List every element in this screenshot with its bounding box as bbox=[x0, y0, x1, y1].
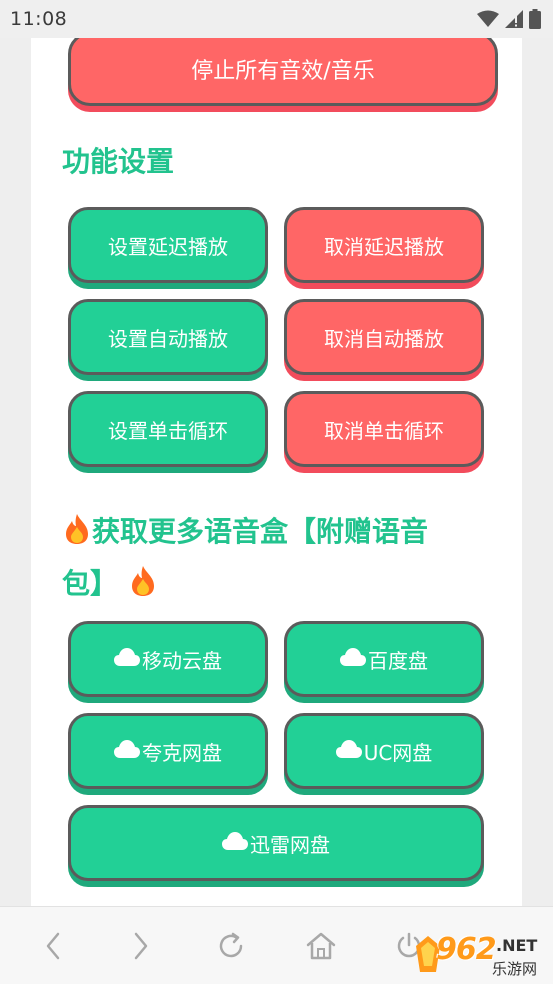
flame-icon bbox=[62, 512, 92, 560]
back-button[interactable] bbox=[36, 929, 70, 963]
refresh-button[interactable] bbox=[214, 929, 248, 963]
set-auto-play-label: 设置自动播放 bbox=[108, 326, 228, 351]
function-settings-title: 功能设置 bbox=[62, 145, 175, 178]
wifi-icon bbox=[477, 10, 499, 27]
home-icon bbox=[306, 932, 336, 960]
xunlei-pan-button[interactable]: 迅雷网盘 bbox=[68, 805, 484, 881]
cloud-icon bbox=[340, 647, 366, 671]
main-content: 停止所有音效/音乐 功能设置 设置延迟播放 取消延迟播放 设置自动播放 取消自动… bbox=[31, 38, 522, 906]
more-voice-box-title-line2: 包】 bbox=[62, 567, 119, 600]
cloud-icon bbox=[222, 831, 248, 855]
set-click-loop-button[interactable]: 设置单击循环 bbox=[68, 391, 268, 467]
cancel-auto-play-label: 取消自动播放 bbox=[324, 326, 444, 351]
cloud-icon bbox=[114, 739, 140, 763]
stop-all-audio-button[interactable]: 停止所有音效/音乐 bbox=[68, 38, 498, 106]
cancel-auto-play-button[interactable]: 取消自动播放 bbox=[284, 299, 484, 375]
home-button[interactable] bbox=[304, 929, 338, 963]
uc-pan-label: UC网盘 bbox=[363, 740, 433, 765]
uc-pan-button[interactable]: UC网盘 bbox=[284, 713, 484, 789]
more-voice-box-title-line1: 获取更多语音盒【附赠语音 bbox=[92, 515, 429, 548]
cancel-delay-play-button[interactable]: 取消延迟播放 bbox=[284, 207, 484, 283]
cloud-icon bbox=[335, 739, 362, 763]
watermark-sub: 乐游网 bbox=[492, 960, 538, 978]
watermark-logo: 962 .NET 乐游网 bbox=[414, 930, 550, 982]
cancel-click-loop-button[interactable]: 取消单击循环 bbox=[284, 391, 484, 467]
cloud-icon bbox=[114, 647, 140, 671]
baidu-pan-label: 百度盘 bbox=[368, 648, 428, 673]
set-delay-play-label: 设置延迟播放 bbox=[108, 234, 228, 259]
baidu-pan-button[interactable]: 百度盘 bbox=[284, 621, 484, 697]
set-delay-play-button[interactable]: 设置延迟播放 bbox=[68, 207, 268, 283]
more-voice-box-title: 获取更多语音盒【附赠语音 包】 bbox=[62, 508, 502, 612]
chevron-left-icon bbox=[46, 932, 60, 960]
cancel-delay-play-label: 取消延迟播放 bbox=[324, 234, 444, 259]
set-auto-play-button[interactable]: 设置自动播放 bbox=[68, 299, 268, 375]
watermark-brand: 962 bbox=[436, 932, 497, 967]
status-time: 11:08 bbox=[10, 8, 68, 30]
status-bar: 11:08 bbox=[0, 0, 553, 38]
mobile-cloud-label: 移动云盘 bbox=[142, 648, 222, 673]
quark-pan-label: 夸克网盘 bbox=[142, 740, 222, 765]
flame-icon bbox=[128, 564, 158, 612]
stop-all-audio-label: 停止所有音效/音乐 bbox=[191, 59, 375, 84]
status-icons bbox=[477, 9, 541, 29]
set-click-loop-label: 设置单击循环 bbox=[108, 418, 228, 443]
chevron-right-icon bbox=[134, 932, 148, 960]
quark-pan-button[interactable]: 夸克网盘 bbox=[68, 713, 268, 789]
refresh-icon bbox=[219, 932, 243, 958]
forward-button[interactable] bbox=[124, 929, 158, 963]
xunlei-pan-label: 迅雷网盘 bbox=[250, 832, 330, 857]
watermark-suffix: .NET bbox=[496, 936, 538, 955]
mobile-cloud-button[interactable]: 移动云盘 bbox=[68, 621, 268, 697]
signal-icon bbox=[505, 10, 523, 28]
cancel-click-loop-label: 取消单击循环 bbox=[324, 418, 444, 443]
battery-icon bbox=[529, 9, 541, 29]
